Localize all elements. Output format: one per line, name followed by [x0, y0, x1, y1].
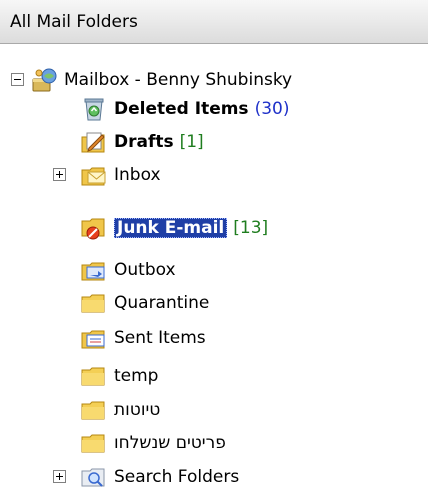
- expand-search-folders-button[interactable]: [53, 470, 66, 483]
- tree-item-temp[interactable]: temp: [80, 359, 158, 392]
- tree-item-junk-email[interactable]: Junk E-mail [13]: [80, 211, 268, 244]
- folder-icon: [80, 430, 108, 456]
- tree-item-label: Deleted Items: [114, 98, 249, 119]
- tree-item-deleted-items[interactable]: Deleted Items (30): [80, 92, 289, 125]
- tree-item-label: פריטים שנשלחו: [114, 432, 226, 453]
- unread-count: (30): [254, 98, 290, 119]
- tree-item-quarantine[interactable]: Quarantine: [80, 286, 209, 319]
- tree-item-outbox[interactable]: Outbox: [80, 253, 176, 286]
- inbox-icon: [80, 162, 108, 188]
- folder-icon: [80, 363, 108, 389]
- tree-item-label: Drafts: [114, 131, 174, 152]
- folder-pane: All Mail Folders Mailbox - Benny Shubins…: [0, 0, 428, 493]
- tree-item-sent-items[interactable]: Sent Items: [80, 321, 206, 354]
- tree-item-label: טיוטות: [114, 399, 161, 420]
- collapse-mailbox-button[interactable]: [11, 73, 24, 86]
- outbox-icon: [80, 257, 108, 283]
- tree-item-search-folders[interactable]: Search Folders: [80, 460, 239, 493]
- pane-title: All Mail Folders: [10, 12, 138, 32]
- item-count: [13]: [233, 217, 269, 238]
- pane-header: All Mail Folders: [0, 0, 428, 44]
- folder-icon: [80, 397, 108, 423]
- tree-item-label: Sent Items: [114, 327, 206, 348]
- tree-item-label: Mailbox - Benny Shubinsky: [64, 69, 293, 90]
- tree-item-label: Outbox: [114, 259, 176, 280]
- tree-item-label: Search Folders: [114, 466, 240, 487]
- tree-item-sent-items-hebrew[interactable]: פריטים שנשלחו: [80, 426, 226, 459]
- tree-item-label: temp: [114, 365, 159, 386]
- sent-items-icon: [80, 325, 108, 351]
- folder-icon: [80, 290, 108, 316]
- item-count: [1]: [179, 131, 204, 152]
- tree-item-drafts-hebrew[interactable]: טיוטות: [80, 393, 160, 426]
- junk-email-icon: [80, 215, 108, 241]
- drafts-icon: [80, 129, 108, 155]
- mailbox-icon: [30, 67, 58, 93]
- tree-item-label: Junk E-mail: [114, 217, 228, 238]
- tree-item-label: Inbox: [114, 164, 161, 185]
- tree-item-inbox[interactable]: Inbox: [80, 158, 161, 191]
- tree-item-label: Quarantine: [114, 292, 210, 313]
- deleted-items-icon: [80, 96, 108, 122]
- search-folders-icon: [80, 464, 108, 490]
- tree-item-drafts[interactable]: Drafts [1]: [80, 125, 204, 158]
- expand-inbox-button[interactable]: [53, 168, 66, 181]
